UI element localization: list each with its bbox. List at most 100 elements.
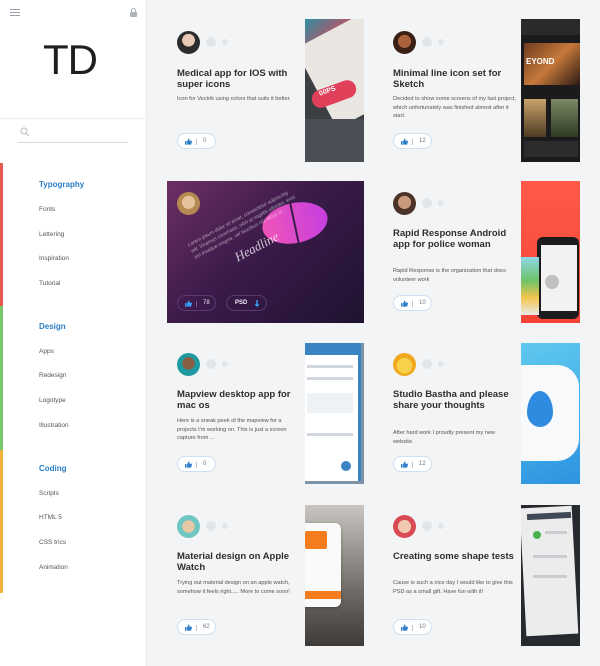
like-button[interactable]: 10 [393,295,432,311]
placeholder-dot [422,198,432,208]
card-thumbnail[interactable]: 00PS [305,19,364,162]
nav-item-scripts[interactable]: Scripts [39,490,59,497]
avatar[interactable] [393,515,416,538]
nav-item-html5[interactable]: HTML 5 [39,514,62,521]
thumbs-up-icon [401,624,408,631]
nav-item-redesign[interactable]: Redesign [39,372,66,379]
card-title[interactable]: Studio Bastha and please share your thou… [393,389,518,411]
nav-item-apps[interactable]: Apps [39,348,54,355]
card-title[interactable]: Material design on Apple Watch [177,551,302,573]
post-card[interactable]: Medical app for IOS with super icons Ico… [167,19,364,162]
card-title[interactable]: Creating some shape tests [393,551,518,562]
placeholder-dot [206,521,216,531]
like-button[interactable]: 12 [393,133,432,149]
like-count: 12 [419,138,426,144]
post-card[interactable]: Material design on Apple Watch Trying ou… [167,505,364,646]
card-thumbnail[interactable]: EYOND [521,19,580,162]
card-description: After hard work I proudly present my new… [393,430,495,445]
placeholder-dot [438,39,444,45]
typography-color-bar [0,163,3,306]
thumbs-up-icon [401,300,408,307]
placeholder-dot [422,359,432,369]
like-count: 0 [203,138,207,144]
placeholder-dot [222,39,228,45]
placeholder-dot [422,521,432,531]
like-button[interactable]: 0 [177,133,216,149]
nav-item-lettering[interactable]: Lettering [39,231,64,238]
avatar[interactable] [177,353,200,376]
like-count: 10 [419,624,426,630]
avatar[interactable] [393,192,416,215]
placeholder-dot [206,37,216,47]
thumbs-up-icon [185,300,192,307]
post-card[interactable]: Rapid Response Android app for police wo… [383,181,580,323]
thumb-caption: EYOND [526,57,555,66]
avatar[interactable] [177,515,200,538]
card-description: Trying out material design on an apple w… [177,580,290,595]
download-icon [254,300,260,307]
like-button[interactable]: 10 [393,619,432,635]
sidebar: TD Typography Fonts Lettering Inspiratio… [0,0,147,666]
like-button[interactable]: 78 [177,295,216,311]
card-title[interactable]: Medical app for IOS with super icons [177,68,302,90]
nav-item-fonts[interactable]: Fonts [39,206,55,213]
like-count: 10 [419,300,426,306]
card-title[interactable]: Minimal line icon set for Sketch [393,68,518,90]
nav-item-tutorial[interactable]: Tutorial [39,280,60,287]
thumbs-up-icon [401,138,408,145]
post-card[interactable]: Creating some shape tests Cause is such … [383,505,580,646]
placeholder-dot [222,361,228,367]
card-thumbnail[interactable] [521,181,580,323]
avatar[interactable] [177,192,200,215]
like-button[interactable]: 12 [393,456,432,472]
search-icon [20,127,30,137]
thumbs-up-icon [185,461,192,468]
search-input[interactable] [36,123,126,141]
card-title[interactable]: Mapview desktop app for mac os [177,389,302,411]
card-title[interactable]: Rapid Response Android app for police wo… [393,228,518,250]
card-description: Rapid Response is the organization that … [393,268,506,283]
search-box [18,123,128,143]
like-count: 12 [419,461,426,467]
nav-section-coding[interactable]: Coding [39,464,67,473]
thumbs-up-icon [401,461,408,468]
menu-icon[interactable] [10,9,20,16]
card-thumbnail[interactable] [305,343,364,484]
post-card[interactable]: Minimal line icon set for Sketch Decided… [383,19,580,162]
placeholder-dot [206,359,216,369]
like-count: 0 [203,461,207,467]
card-thumbnail[interactable] [521,505,580,646]
card-thumbnail[interactable] [305,505,364,646]
nav-section-design[interactable]: Design [39,322,66,331]
placeholder-dot [222,523,228,529]
card-description: Cause is such a nice day I would like to… [393,580,513,595]
psd-download-button[interactable]: PSD [226,295,267,311]
nav-section-typography[interactable]: Typography [39,180,84,189]
design-color-bar [0,306,3,450]
like-button[interactable]: 0 [177,456,216,472]
like-button[interactable]: 62 [177,619,216,635]
placeholder-dot [438,523,444,529]
placeholder-dot [422,37,432,47]
nav-item-illustration[interactable]: Illustration [39,422,69,429]
logo: TD [43,36,98,83]
featured-post-card[interactable]: Headline Lorem ipsum dolor sit amet, con… [167,181,364,323]
coding-color-bar [0,450,3,593]
avatar[interactable] [393,31,416,54]
post-card[interactable]: Studio Bastha and please share your thou… [383,343,580,484]
like-count: 78 [203,300,210,306]
avatar[interactable] [393,353,416,376]
thumbs-up-icon [185,138,192,145]
nav-item-logotype[interactable]: Logotype [39,397,66,404]
nav-item-css-trics[interactable]: CSS trics [39,539,66,546]
post-card[interactable]: Mapview desktop app for mac os Here is a… [167,343,364,484]
psd-label: PSD [235,300,248,306]
nav-item-inspiration[interactable]: Inspiration [39,255,69,262]
drop-icon [527,391,553,427]
nav-item-animation[interactable]: Animation [39,564,68,571]
card-thumbnail[interactable] [521,343,580,484]
lock-icon[interactable] [130,8,137,17]
thumbs-up-icon [185,624,192,631]
avatar[interactable] [177,31,200,54]
divider [0,118,147,119]
